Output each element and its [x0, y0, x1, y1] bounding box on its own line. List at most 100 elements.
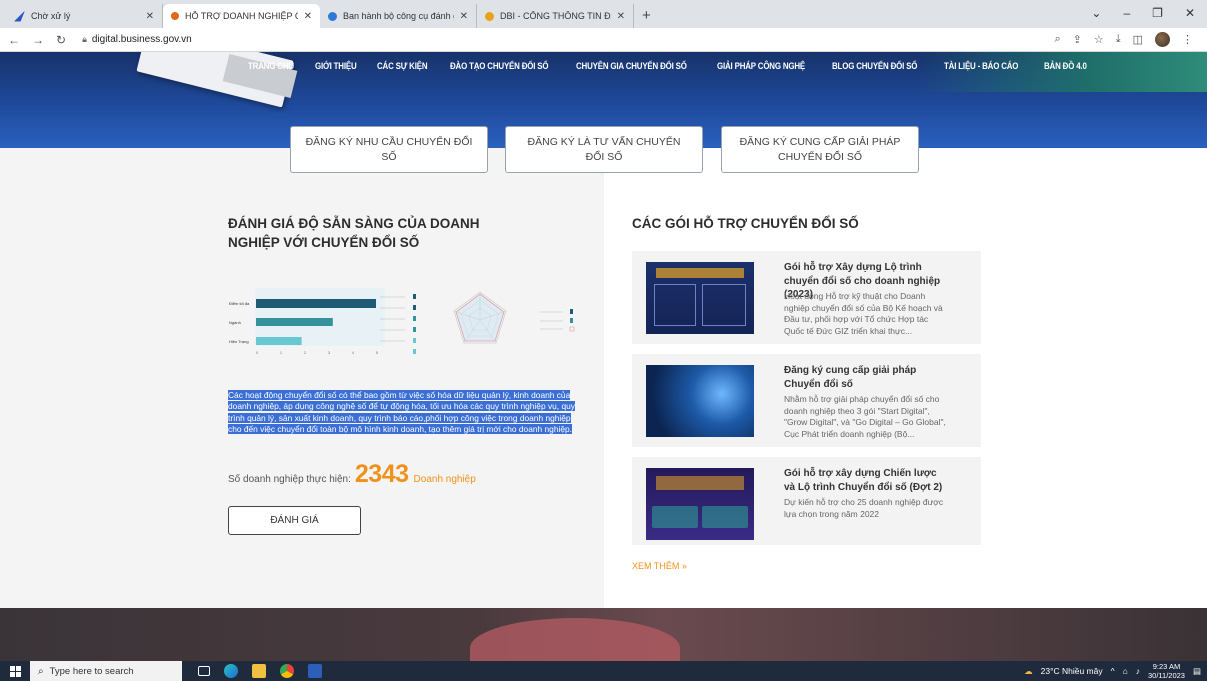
- taskbar-search-input[interactable]: ⌕ Type here to search: [30, 661, 182, 681]
- evaluate-button[interactable]: ĐÁNH GIÁ: [228, 506, 361, 535]
- main-nav: TRANG CHỦ GIỚI THIỆU CÁC SỰ KIỆN ĐÀO TẠO…: [248, 61, 1107, 71]
- tab-favicon-icon: [171, 12, 179, 20]
- bookmark-star-icon[interactable]: ☆: [1094, 33, 1104, 46]
- bar-label: Điểm tối đa: [229, 301, 250, 306]
- close-tab-icon[interactable]: ✕: [304, 11, 312, 22]
- see-more-link[interactable]: XEM THÊM »: [632, 561, 687, 571]
- register-needs-button[interactable]: ĐĂNG KÝ NHU CẦU CHUYỂN ĐỔI SỐ: [290, 126, 488, 173]
- package-card[interactable]: Gói hỗ trợ xây dựng Chiến lược và Lộ trì…: [632, 457, 981, 545]
- weather-text[interactable]: 23°C Nhiều mây: [1041, 666, 1103, 676]
- package-title[interactable]: Đăng ký cung cấp giải pháp Chuyển đổi số: [784, 364, 944, 391]
- task-view-icon[interactable]: [198, 666, 210, 676]
- browser-tab-bar: Chờ xử lý ✕ HỖ TRỢ DOANH NGHIỆP CHUY ✕ B…: [0, 0, 1207, 28]
- axis-tick: 0: [256, 351, 258, 355]
- package-description: Nhằm hỗ trợ giải pháp chuyển đổi số cho …: [784, 394, 946, 439]
- radar-legend: [540, 309, 575, 332]
- system-tray: ☁ 23°C Nhiều mây ^ ⌂ ♪ 9:23 AM 30/11/202…: [1024, 661, 1201, 681]
- register-solution-provider-button[interactable]: ĐĂNG KÝ CUNG CẤP GIẢI PHÁP CHUYỂN ĐỔI SỐ: [721, 126, 919, 173]
- side-panel-icon[interactable]: ◫: [1133, 33, 1143, 46]
- bar-chart: Điểm tối đa Ngành Hiện Trạng 0 1 2 3 4 5: [229, 288, 385, 355]
- count-value: 2343: [354, 460, 409, 488]
- packages-title: CÁC GÓI HỖ TRỢ CHUYỂN ĐỔI SỐ: [632, 216, 859, 231]
- package-thumbnail[interactable]: [646, 262, 754, 334]
- nav-item-events[interactable]: CÁC SỰ KIỆN: [377, 61, 428, 71]
- package-card[interactable]: Đăng ký cung cấp giải pháp Chuyển đổi số…: [632, 354, 981, 447]
- url-field[interactable]: digital.business.gov.vn: [92, 34, 192, 45]
- package-card[interactable]: Gói hỗ trợ Xây dựng Lộ trình chuyển đổi …: [632, 251, 981, 344]
- file-explorer-icon[interactable]: [252, 664, 266, 678]
- nav-item-home[interactable]: TRANG CHỦ: [248, 61, 294, 71]
- word-icon[interactable]: [308, 664, 322, 678]
- edge-icon[interactable]: [224, 664, 238, 678]
- search-icon: ⌕: [38, 665, 44, 677]
- back-icon[interactable]: ←: [8, 33, 20, 47]
- download-icon[interactable]: ⤓: [1116, 33, 1121, 46]
- assessment-charts: Điểm tối đa Ngành Hiện Trạng 0 1 2 3 4 5: [229, 288, 575, 355]
- nav-item-experts[interactable]: CHUYÊN GIA CHUYỂN ĐỔI SỐ: [576, 61, 687, 71]
- notification-icon[interactable]: ▤: [1193, 666, 1201, 677]
- close-tab-icon[interactable]: ✕: [617, 11, 625, 22]
- footer-image: [470, 618, 680, 661]
- register-consultant-button[interactable]: ĐĂNG KÝ LÀ TƯ VẤN CHUYỂN ĐỔI SỐ: [505, 126, 703, 173]
- minimize-icon[interactable]: –: [1123, 6, 1130, 20]
- reload-icon[interactable]: ↻: [56, 33, 66, 47]
- menu-icon[interactable]: ⋮: [1182, 33, 1193, 46]
- nav-item-training[interactable]: ĐÀO TẠO CHUYỂN ĐỔI SỐ: [450, 61, 549, 71]
- bar-label: Hiện Trạng: [229, 339, 249, 344]
- close-window-icon[interactable]: ✕: [1185, 6, 1195, 20]
- footer-banner: [0, 608, 1207, 661]
- forward-icon[interactable]: →: [32, 33, 44, 47]
- nav-item-map[interactable]: BẢN ĐỒ 4.0: [1044, 61, 1087, 71]
- chart-legend: [380, 294, 416, 354]
- package-description: Hoạt động Hỗ trợ kỹ thuật cho Doanh nghi…: [784, 291, 943, 336]
- share-icon[interactable]: ⇪: [1073, 33, 1082, 46]
- chrome-icon[interactable]: [280, 664, 294, 678]
- assessment-title: ĐÁNH GIÁ ĐỘ SẴN SÀNG CỦA DOANH NGHIỆP VỚ…: [228, 216, 480, 250]
- lock-icon[interactable]: 🔒︎: [82, 34, 87, 45]
- axis-tick: 1: [280, 351, 282, 355]
- browser-tab[interactable]: Chờ xử lý ✕: [6, 4, 163, 28]
- network-icon[interactable]: ⌂: [1123, 666, 1128, 676]
- nav-item-about[interactable]: GIỚI THIỆU: [315, 61, 357, 71]
- enterprise-count: Số doanh nghiệp thực hiện: 2343 Doanh ng…: [228, 460, 476, 489]
- window-controls: ⌄ – ❐ ✕: [1091, 0, 1207, 26]
- bar-label: Ngành: [229, 320, 241, 325]
- tab-favicon-icon: [328, 11, 337, 21]
- axis-tick: 5: [376, 351, 378, 355]
- browser-tab-active[interactable]: HỖ TRỢ DOANH NGHIỆP CHUY ✕: [163, 4, 320, 28]
- count-unit: Doanh nghiệp: [413, 474, 476, 485]
- browser-tab[interactable]: DBI - CỔNG THÔNG TIN ĐÁNH ✕: [477, 4, 634, 28]
- package-title[interactable]: Gói hỗ trợ xây dựng Chiến lược và Lộ trì…: [784, 467, 944, 494]
- clock[interactable]: 9:23 AM 30/11/2023: [1148, 662, 1185, 680]
- profile-avatar[interactable]: [1155, 32, 1170, 47]
- package-thumbnail[interactable]: [646, 468, 754, 540]
- package-description: Dự kiến hỗ trợ cho 25 doanh nghiệp được …: [784, 497, 944, 519]
- axis-tick: 3: [328, 351, 330, 355]
- new-tab-button[interactable]: +: [642, 7, 651, 24]
- bar-current: [256, 337, 302, 345]
- axis-tick: 4: [352, 351, 354, 355]
- weather-icon[interactable]: ☁: [1024, 666, 1033, 677]
- tab-search-icon[interactable]: ⌄: [1091, 6, 1101, 20]
- count-label: Số doanh nghiệp thực hiện:: [228, 474, 351, 485]
- windows-start-icon[interactable]: [0, 661, 30, 681]
- volume-icon[interactable]: ♪: [1136, 666, 1140, 676]
- zoom-icon[interactable]: ⌕: [1054, 33, 1060, 46]
- windows-taskbar: ⌕ Type here to search ☁ 23°C Nhiều mây ^…: [0, 661, 1207, 681]
- radar-chart: [453, 291, 507, 344]
- nav-item-documents[interactable]: TÀI LIỆU - BÁO CÁO: [944, 61, 1018, 71]
- package-thumbnail[interactable]: [646, 365, 754, 437]
- close-tab-icon[interactable]: ✕: [460, 11, 468, 22]
- tab-favicon-icon: [14, 10, 25, 22]
- tab-favicon-icon: [485, 11, 494, 21]
- nav-item-blog[interactable]: BLOG CHUYỂN ĐỔI SỐ: [832, 61, 917, 71]
- address-bar: ← → ↻ 🔒︎ digital.business.gov.vn ⌕ ⇪ ☆ ⤓…: [0, 28, 1207, 52]
- nav-item-solutions[interactable]: GIẢI PHÁP CÔNG NGHỆ: [717, 61, 805, 71]
- browser-tab[interactable]: Ban hành bộ công cụ đánh giá ✕: [320, 4, 477, 28]
- tray-expand-icon[interactable]: ^: [1111, 666, 1115, 676]
- axis-tick: 2: [304, 351, 306, 355]
- restore-icon[interactable]: ❐: [1152, 6, 1163, 20]
- bar-max: [256, 299, 376, 308]
- close-tab-icon[interactable]: ✕: [146, 11, 154, 22]
- hero-image: [917, 52, 1207, 92]
